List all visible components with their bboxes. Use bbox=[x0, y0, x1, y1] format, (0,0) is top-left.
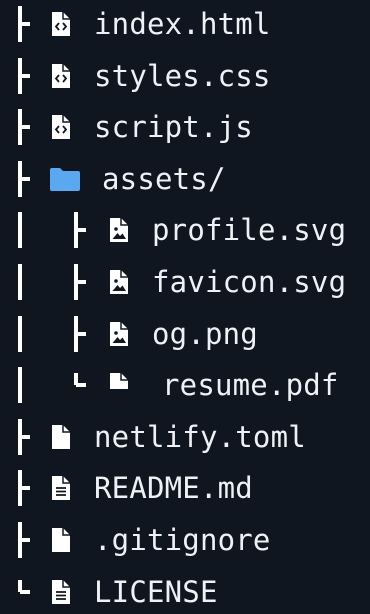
folder-icon bbox=[48, 166, 82, 192]
file-tree-row[interactable]: styles.css bbox=[0, 54, 370, 98]
file-icon bbox=[48, 424, 74, 450]
tree-connector bbox=[70, 260, 94, 304]
file-name: profile.svg bbox=[152, 213, 347, 248]
file-name: README.md bbox=[94, 471, 253, 506]
tree-connector bbox=[14, 105, 38, 149]
tree-guide-line bbox=[18, 315, 22, 352]
tree-connector bbox=[14, 466, 38, 510]
file-name: og.png bbox=[152, 316, 258, 351]
file-name: script.js bbox=[94, 110, 253, 145]
tree-connector bbox=[70, 208, 94, 252]
tree-connector bbox=[14, 157, 38, 201]
file-icon bbox=[48, 527, 74, 553]
file-name: index.html bbox=[94, 7, 271, 41]
file-name: LICENSE bbox=[94, 574, 218, 609]
file-tree: index.html styles.css script.js assets/ … bbox=[0, 0, 370, 609]
tree-connector bbox=[70, 312, 94, 356]
file-tree-row[interactable]: LICENSE bbox=[0, 570, 370, 614]
tree-guide-line bbox=[18, 212, 22, 249]
file-name: netlify.toml bbox=[94, 419, 306, 454]
file-name: .gitignore bbox=[94, 523, 271, 557]
tree-guide-line bbox=[18, 264, 22, 300]
file-tree-row[interactable]: netlify.toml bbox=[0, 415, 370, 459]
tree-connector bbox=[14, 54, 38, 98]
file-tree-row[interactable]: index.html bbox=[0, 2, 370, 46]
text-file-icon bbox=[48, 579, 74, 605]
file-tree-row[interactable]: og.png bbox=[0, 312, 370, 356]
text-file-icon bbox=[48, 475, 74, 501]
file-name: styles.css bbox=[94, 58, 271, 93]
image-file-icon bbox=[106, 217, 132, 243]
image-file-icon bbox=[106, 321, 132, 347]
file-tree-row[interactable]: .gitignore bbox=[0, 518, 370, 562]
pdf-file-icon bbox=[106, 372, 132, 398]
tree-connector bbox=[70, 363, 94, 407]
folder-name: assets/ bbox=[102, 161, 226, 196]
file-tree-row[interactable]: profile.svg bbox=[0, 208, 370, 252]
file-tree-row[interactable]: assets/ bbox=[0, 157, 370, 201]
tree-connector bbox=[14, 2, 38, 46]
code-file-icon bbox=[48, 11, 74, 37]
code-file-icon bbox=[48, 114, 74, 140]
tree-connector bbox=[14, 415, 38, 459]
file-tree-row[interactable]: resume.pdf bbox=[0, 363, 370, 407]
file-tree-row[interactable]: favicon.svg bbox=[0, 260, 370, 304]
file-tree-row[interactable]: script.js bbox=[0, 105, 370, 149]
tree-connector bbox=[14, 518, 38, 562]
file-name: resume.pdf bbox=[162, 368, 339, 403]
tree-guide-line bbox=[18, 367, 22, 404]
tree-connector bbox=[14, 570, 38, 614]
code-file-icon bbox=[48, 63, 74, 89]
image-file-icon bbox=[106, 269, 132, 295]
file-tree-row[interactable]: README.md bbox=[0, 466, 370, 510]
file-name: favicon.svg bbox=[152, 265, 347, 299]
